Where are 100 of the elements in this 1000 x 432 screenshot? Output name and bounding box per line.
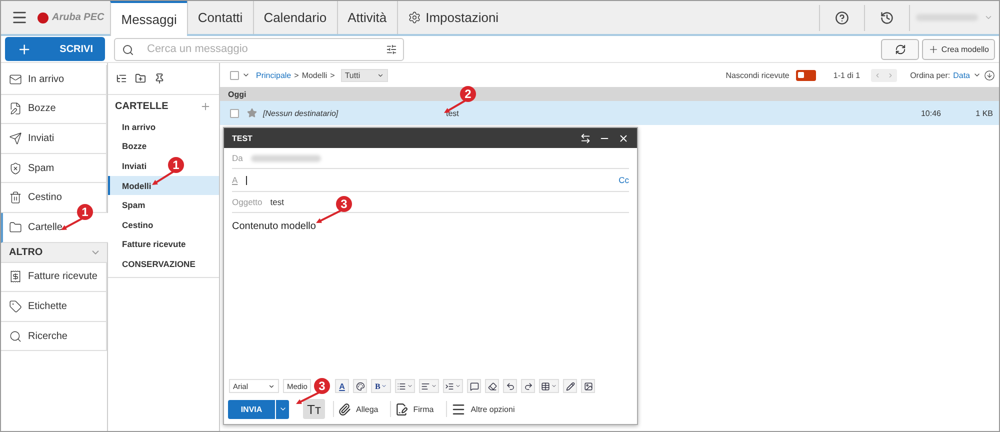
recipient-text: [Nessun destinatario]	[263, 108, 340, 118]
chevron-left-icon	[874, 72, 882, 78]
subject-value: test	[270, 197, 284, 207]
breadcrumb-link[interactable]: Principale	[256, 70, 292, 80]
select-all-checkbox[interactable]	[230, 70, 239, 80]
folder-plus-icon	[135, 73, 146, 84]
search-icon	[9, 330, 22, 343]
envelope-icon	[9, 72, 22, 86]
star-icon[interactable]	[247, 108, 257, 118]
highlight-button[interactable]	[353, 379, 367, 393]
breadcrumb-current: Modelli	[302, 70, 328, 80]
pencil-icon	[566, 382, 575, 390]
expand-icon[interactable]	[580, 132, 591, 144]
signature-icon	[395, 402, 408, 416]
nav-item[interactable]: Inviati	[1, 124, 107, 154]
tab[interactable]: Messaggi	[110, 1, 187, 36]
caret-icon	[278, 405, 286, 413]
shield-icon	[9, 162, 22, 175]
pencil-button[interactable]	[563, 379, 578, 393]
settings-icon	[408, 11, 421, 24]
text-color-button[interactable]: A	[335, 379, 349, 393]
nav-item[interactable]: Spam	[1, 154, 107, 184]
table-button[interactable]	[539, 379, 560, 393]
to-label: A	[232, 175, 238, 185]
draft-icon	[9, 102, 22, 116]
nav-item[interactable]: Ricerche	[1, 322, 107, 352]
size-text: 1 KB	[974, 108, 993, 118]
paper-plane-icon	[9, 132, 22, 145]
table-icon	[541, 382, 550, 390]
sort-label: Ordina per:	[910, 70, 950, 80]
format-toggle-button[interactable]: Tт	[303, 399, 325, 419]
redo-button[interactable]	[521, 379, 536, 393]
bold-button[interactable]: B	[371, 379, 392, 393]
caret-icon	[242, 71, 250, 79]
refresh-button[interactable]	[881, 38, 920, 60]
image-icon	[584, 382, 593, 390]
eraser-button[interactable]	[485, 379, 500, 393]
signature-button[interactable]: Firma	[390, 401, 438, 417]
speech-bubble-icon	[470, 382, 479, 390]
row-checkbox[interactable]	[230, 108, 239, 118]
nav-item[interactable]: Bozze	[1, 94, 107, 124]
section-header[interactable]: ALTRO	[1, 242, 107, 263]
trash-icon	[9, 191, 22, 204]
breadcrumb-separator: >	[330, 70, 335, 80]
chevron-down-icon	[984, 13, 993, 22]
undo-button[interactable]	[503, 379, 518, 393]
caret-icon	[431, 383, 438, 389]
quote-button[interactable]	[467, 379, 482, 393]
align-left-icon	[421, 382, 430, 390]
text-cursor	[246, 176, 247, 184]
nav-item[interactable]: Etichette	[1, 292, 107, 322]
cc-link[interactable]: Cc	[618, 175, 629, 185]
subject-label: Oggetto	[232, 197, 262, 207]
receipt-icon	[9, 270, 22, 284]
eraser-icon	[488, 382, 497, 390]
logo-icon	[37, 12, 49, 24]
hide-received-toggle[interactable]	[796, 70, 816, 80]
caret-icon	[376, 72, 384, 78]
align-button[interactable]	[419, 379, 440, 393]
more-options-button[interactable]: Altre opzioni	[446, 401, 519, 417]
indent-button[interactable]	[443, 379, 464, 393]
callout-badge: 3	[336, 196, 352, 212]
new-template-button[interactable]: Crea modello	[922, 38, 995, 60]
breadcrumb-separator: >	[294, 70, 299, 80]
undo-icon	[506, 382, 515, 390]
add-folder-icon	[200, 100, 211, 112]
caret-icon	[381, 383, 388, 389]
sort-link[interactable]: Data	[953, 70, 970, 80]
redo-icon	[524, 382, 533, 390]
indent-icon	[445, 382, 454, 390]
plus-icon	[928, 44, 940, 54]
chevron-right-icon	[887, 72, 894, 78]
logo-text: Aruba PEC	[52, 12, 104, 23]
body-text: Contenuto modello	[232, 221, 316, 232]
filter-dropdown[interactable]: Tutti	[340, 68, 388, 82]
pin-icon	[154, 73, 165, 84]
send-button[interactable]: INVIA	[228, 400, 275, 418]
tree-icon	[116, 73, 127, 84]
folder-item[interactable]: Modelli	[108, 176, 219, 196]
send-options-button[interactable]	[275, 400, 289, 418]
caret-icon	[455, 383, 462, 389]
search-icon	[122, 44, 134, 56]
folder-icon	[9, 220, 22, 234]
close-icon[interactable]	[618, 132, 629, 144]
paperclip-icon	[338, 402, 351, 416]
list-button[interactable]	[395, 379, 416, 393]
caret-icon	[973, 71, 981, 79]
image-button[interactable]	[581, 379, 596, 393]
search-field[interactable]: Cerca un messaggio	[114, 38, 404, 60]
attach-button[interactable]: Allega	[333, 401, 382, 417]
range-text: 1-1 di 1	[833, 70, 860, 80]
from-label: Da	[232, 153, 243, 163]
nav-item[interactable]: Fatture ricevute	[1, 262, 107, 292]
hide-received-label: Nascondi ricevute	[726, 70, 790, 80]
callout-badge: 3	[314, 378, 330, 394]
list-icon	[397, 382, 406, 390]
sort-direction-icon	[984, 70, 995, 80]
nav-item[interactable]: In arrivo	[1, 65, 107, 95]
compose-button[interactable]: SCRIVI	[5, 37, 105, 61]
refresh-icon	[894, 44, 906, 54]
